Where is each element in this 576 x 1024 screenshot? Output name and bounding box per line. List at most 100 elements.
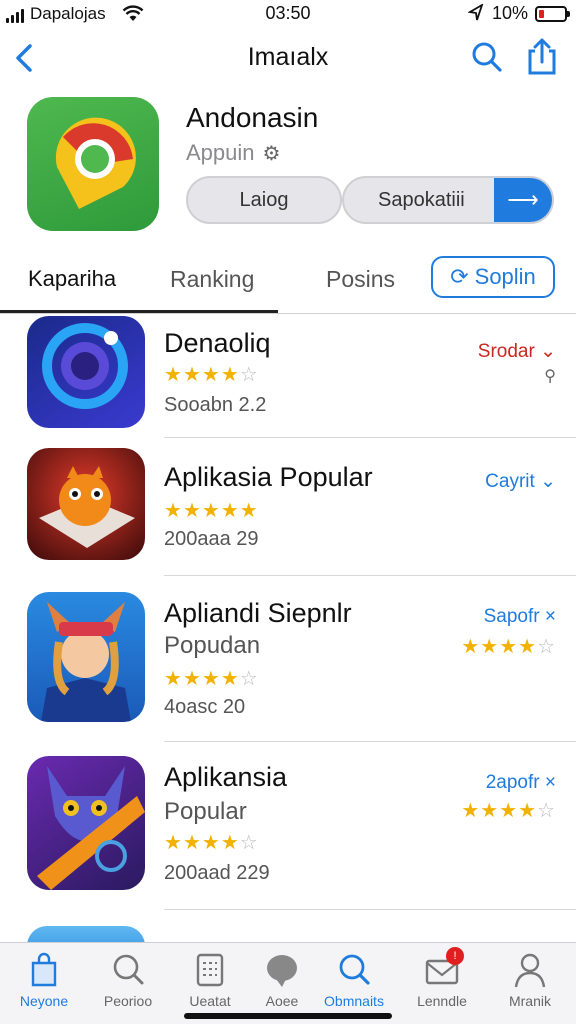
star-filled-icon: ★ — [461, 800, 481, 822]
star-empty-icon: ☆ — [537, 800, 556, 822]
secondary-button[interactable]: Laiog — [186, 176, 342, 224]
app-icon — [27, 592, 145, 722]
app-icon — [27, 926, 145, 942]
search-icon — [113, 954, 144, 985]
star-filled-icon: ★ — [220, 668, 240, 690]
get-button-label: Sapokatiii — [378, 188, 465, 211]
action-rating-stars: ★★★★☆ — [461, 798, 556, 823]
list-item-partial[interactable] — [0, 910, 576, 942]
row-action-button[interactable]: 2apofr × — [486, 772, 556, 794]
list-item[interactable]: Aplikasia Popular ★★★★★ 200aaa 29 Cayrit… — [0, 438, 576, 576]
star-filled-icon: ★ — [164, 832, 183, 854]
row-action-button[interactable]: Sapofr × — [484, 606, 556, 628]
tab-bar-item[interactable]: Neyone — [4, 951, 84, 1009]
star-filled-icon: ★ — [461, 636, 481, 658]
list-item[interactable]: Denaoliq ★★★★☆ Sooabn 2.2 Srodar ⌄ ⚲ — [0, 314, 576, 438]
star-filled-icon: ★ — [480, 636, 500, 658]
home-indicator — [184, 1013, 392, 1019]
star-empty-icon: ☆ — [239, 832, 259, 854]
star-filled-icon: ★ — [499, 636, 519, 658]
app-icon — [27, 316, 145, 428]
star-filled-icon: ★ — [220, 832, 240, 854]
app-subtitle: Appuin ⚙ — [186, 140, 280, 166]
app-name: Andonasin — [186, 102, 319, 133]
chevron-down-icon: ⌄ — [540, 471, 556, 492]
get-button[interactable]: Sapokatiii ⟶ — [342, 176, 554, 224]
app-meta: 4oasc 20 — [164, 696, 246, 718]
star-filled-icon: ★ — [201, 668, 221, 690]
star-filled-icon: ★ — [182, 668, 202, 690]
star-filled-icon: ★ — [182, 500, 202, 522]
tab-posins[interactable]: Posins — [326, 266, 395, 293]
gear-icon: ⚙ — [262, 142, 281, 165]
tab-ranking[interactable]: Ranking — [170, 266, 254, 293]
rating-stars: ★★★★★ — [164, 498, 259, 523]
tab-bar-item[interactable]: Obmnaits — [314, 951, 394, 1009]
battery-icon — [535, 6, 570, 22]
pin-icon: ⚲ — [544, 368, 556, 385]
tab-bar-item[interactable]: Mranik — [490, 951, 570, 1009]
tab-bar-label: Peorioo — [103, 993, 153, 1009]
star-filled-icon: ★ — [164, 500, 183, 522]
app-meta: 200aad 229 — [164, 862, 270, 884]
tab-bar-label: Lenndle — [417, 993, 467, 1009]
app-icon — [27, 97, 159, 231]
bag-icon — [31, 952, 57, 987]
arrow-right-icon[interactable]: ⟶ — [494, 178, 552, 222]
row-action-label: Cayrit — [485, 471, 535, 492]
star-filled-icon: ★ — [518, 636, 538, 658]
app-icon — [27, 448, 145, 560]
app-name: Aplikasia Popular — [164, 462, 373, 492]
star-filled-icon: ★ — [201, 500, 221, 522]
tab-bar-item[interactable]: ! Lenndle — [402, 947, 482, 1009]
battery-percent: 10% — [492, 3, 529, 23]
tab-bar: Neyone Peorioo Ueatat Aoee Obmnaits ! Le… — [0, 942, 576, 1024]
action-rating-stars: ★★★★☆ — [461, 634, 556, 659]
list-item[interactable]: Aplikansia Popular ★★★★☆ 200aad 229 2apo… — [0, 742, 576, 910]
star-filled-icon: ★ — [239, 500, 259, 522]
search-icon — [339, 954, 370, 985]
star-filled-icon: ★ — [201, 364, 221, 386]
star-empty-icon: ☆ — [239, 364, 259, 386]
tab-kapariha[interactable]: Kapariha — [28, 266, 116, 292]
app-meta: Sooabn 2.2 — [164, 394, 267, 416]
tab-bar-item[interactable]: Aoee — [242, 951, 322, 1009]
row-action-button[interactable]: Srodar ⌄ — [478, 340, 556, 363]
tab-bar-label: Obmnaits — [324, 993, 384, 1009]
star-filled-icon: ★ — [182, 832, 202, 854]
soplin-button[interactable]: ⟳ Soplin — [431, 256, 555, 298]
tab-bar-label: Ueatat — [189, 993, 231, 1009]
rating-stars: ★★★★☆ — [164, 830, 259, 855]
notification-badge: ! — [446, 947, 464, 965]
share-icon[interactable] — [524, 36, 560, 76]
app-name: Apliandi Siepnlr — [164, 598, 352, 628]
tab-bar-label: Mranik — [508, 993, 551, 1009]
app-developer: Appuin — [186, 140, 255, 165]
row-action-button[interactable]: Cayrit ⌄ — [485, 470, 556, 493]
app-name: Denaoliq — [164, 328, 271, 358]
search-icon[interactable] — [470, 40, 504, 74]
star-empty-icon: ☆ — [537, 636, 556, 658]
person-icon — [514, 953, 546, 988]
rating-stars: ★★★★☆ — [164, 362, 259, 387]
star-filled-icon: ★ — [164, 668, 183, 690]
chat-icon — [267, 955, 297, 987]
star-filled-icon: ★ — [480, 800, 500, 822]
tab-bar-item[interactable]: Ueatat — [170, 951, 250, 1009]
tab-bar-label: Neyone — [19, 993, 69, 1009]
star-filled-icon: ★ — [201, 832, 221, 854]
close-icon: × — [544, 772, 556, 793]
star-empty-icon: ☆ — [239, 668, 259, 690]
tab-bar-item[interactable]: Peorioo — [88, 951, 168, 1009]
row-action-label: Sapofr — [483, 606, 540, 627]
row-action-label: Srodar — [477, 341, 535, 362]
status-time: 03:50 — [265, 3, 311, 23]
star-filled-icon: ★ — [220, 500, 240, 522]
star-filled-icon: ★ — [518, 800, 538, 822]
navigation-bar: Imaıalx — [0, 30, 576, 86]
location-icon — [468, 4, 484, 21]
list-item[interactable]: Apliandi Siepnlr Popudan ★★★★☆ 4oasc 20 … — [0, 576, 576, 742]
app-category: Popular — [164, 798, 247, 825]
star-filled-icon: ★ — [499, 800, 519, 822]
rating-stars: ★★★★☆ — [164, 666, 259, 691]
